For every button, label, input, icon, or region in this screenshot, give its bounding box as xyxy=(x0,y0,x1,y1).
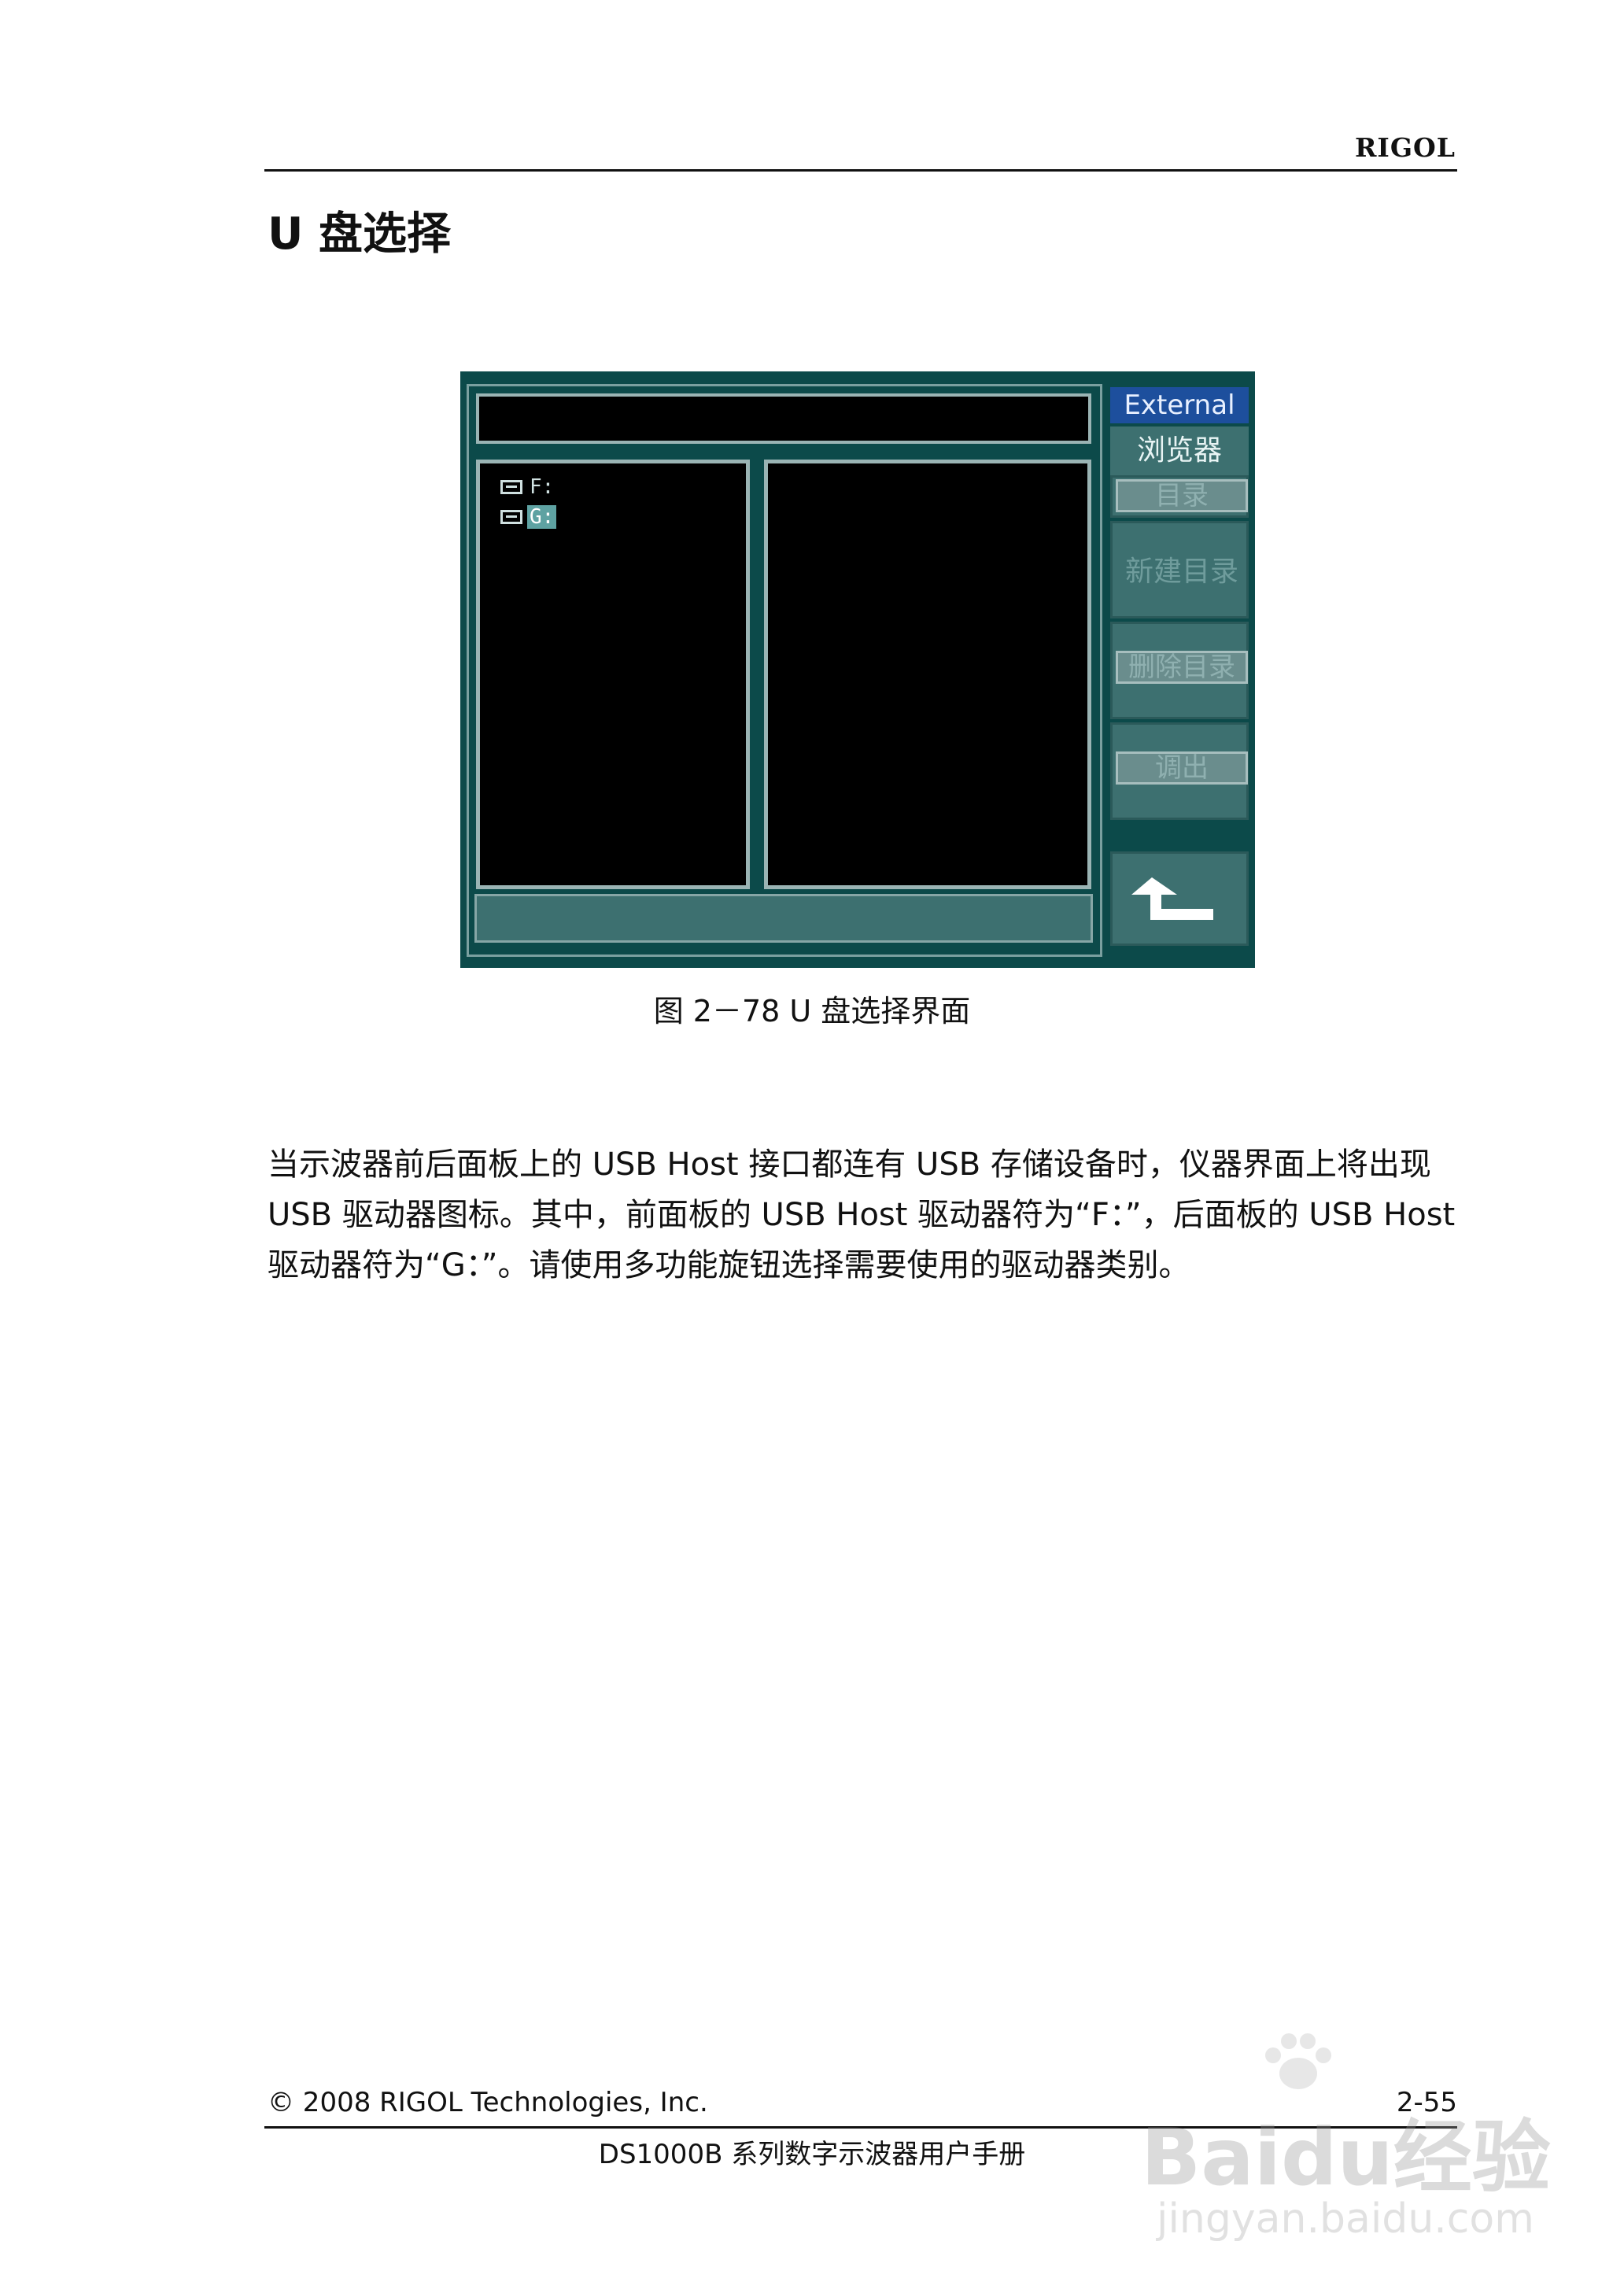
softkey-new-dir-box: 新建目录 xyxy=(1110,521,1249,618)
softkey-delete-dir-box: 删除目录 xyxy=(1110,622,1249,719)
status-bar xyxy=(474,894,1093,943)
drive-label: F: xyxy=(530,475,555,499)
body-paragraph-line-1: 当示波器前后面板上的 USB Host 接口都连有 USB 存储设备时，仪器界面… xyxy=(268,1146,1431,1183)
drive-list-pane: F: G: xyxy=(476,460,750,889)
softkey-directory[interactable]: 目录 xyxy=(1116,479,1248,512)
file-list-pane xyxy=(764,460,1091,889)
back-arrow-icon xyxy=(1131,877,1213,920)
body-paragraph-line-3: 驱动器符为“G：”。请使用多功能旋钮选择需要使用的驱动器类别。 xyxy=(268,1247,1190,1283)
section-title: U 盘选择 xyxy=(268,209,451,260)
paw-icon xyxy=(1265,2033,1331,2089)
oscilloscope-screenshot: F: G: External 浏览器 目录 新建目录 删除目录 调出 xyxy=(460,371,1255,968)
brand-logo: RIGOL xyxy=(1355,132,1456,163)
softkey-back[interactable] xyxy=(1110,851,1249,946)
softkey-recall-box: 调出 xyxy=(1110,722,1249,820)
menu-subtitle: 浏览器 xyxy=(1110,426,1249,475)
softkey-new-directory[interactable]: 新建目录 xyxy=(1113,548,1251,589)
watermark-url: jingyan.baidu.com xyxy=(1157,2195,1534,2243)
softkey-recall[interactable]: 调出 xyxy=(1116,751,1248,785)
softkey-directory-box: 目录 xyxy=(1110,475,1249,518)
footer-copyright: © 2008 RIGOL Technologies, Inc. xyxy=(268,2087,708,2118)
soft-menu: External 浏览器 目录 新建目录 删除目录 调出 xyxy=(1110,387,1249,947)
drive-icon xyxy=(500,510,522,524)
menu-title: External xyxy=(1110,387,1249,423)
header-divider xyxy=(264,169,1457,172)
drive-item-f[interactable]: F: xyxy=(500,474,556,500)
body-paragraph-line-2: USB 驱动器图标。其中，前面板的 USB Host 驱动器符为“F：”，后面板… xyxy=(268,1197,1456,1233)
drive-icon xyxy=(500,480,522,494)
softkey-delete-directory[interactable]: 删除目录 xyxy=(1116,651,1248,684)
figure-caption: 图 2－78 U 盘选择界面 xyxy=(653,994,971,1028)
baidu-watermark: Baidu经验 jingyan.baidu.com xyxy=(1141,2030,1558,2266)
path-bar xyxy=(476,393,1091,444)
drive-item-g[interactable]: G: xyxy=(500,504,557,530)
drive-label: G: xyxy=(527,505,557,529)
watermark-brand: Baidu经验 xyxy=(1141,2111,1551,2203)
